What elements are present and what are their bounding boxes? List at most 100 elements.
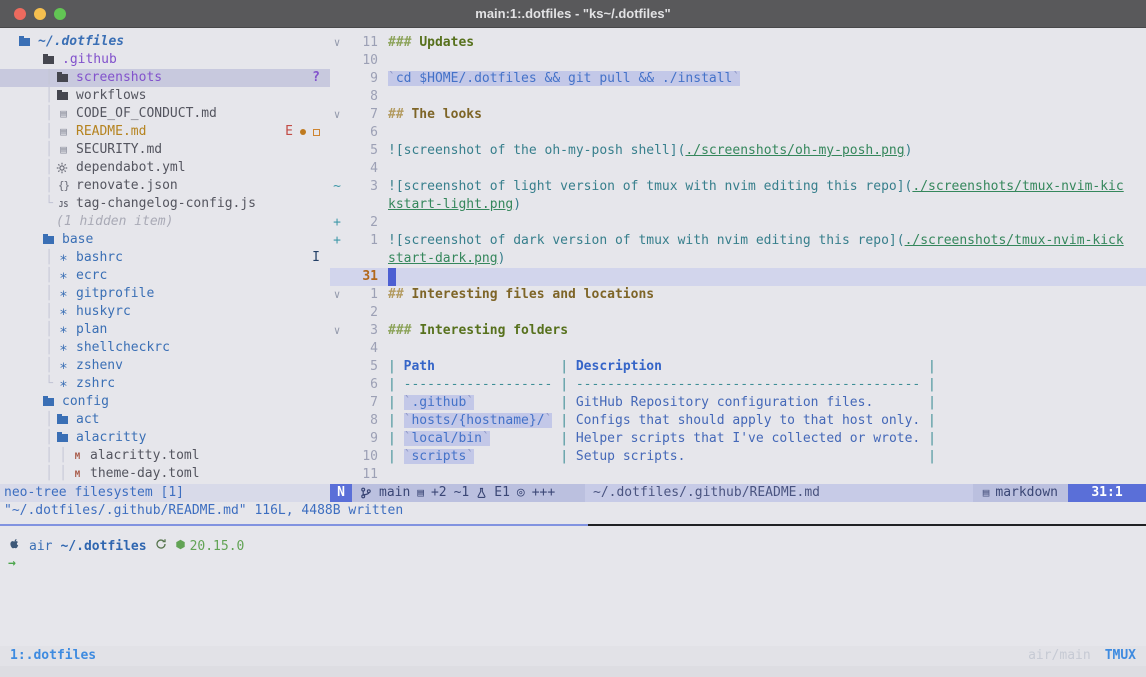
toml-icon: M: [70, 465, 85, 483]
editor-line[interactable]: 4: [330, 340, 1146, 358]
editor-line[interactable]: start-dark.png): [330, 250, 1146, 268]
tree-item[interactable]: │▤README.mdE: [0, 123, 330, 141]
tree-item[interactable]: ~/.dotfiles: [0, 33, 330, 51]
line-number: 2: [344, 214, 378, 232]
tree-item[interactable]: │screenshots?: [0, 69, 330, 87]
editor-line[interactable]: 31: [330, 268, 1146, 286]
editor-line[interactable]: ~3![screenshot of light version of tmux …: [330, 178, 1146, 196]
tree-item[interactable]: .github: [0, 51, 330, 69]
diff-icon: ▤: [417, 484, 424, 502]
editor-line[interactable]: 2: [330, 304, 1146, 322]
git-segment: main ▤ +2 ~1 E1 ◎ +++: [352, 484, 585, 502]
gutter-spacer: [330, 160, 344, 178]
tree-item[interactable]: │▤SECURITY.md: [0, 141, 330, 159]
cursor-block: [388, 268, 396, 286]
node-icon: [175, 539, 186, 554]
tree-item[interactable]: │*gitprofile: [0, 285, 330, 303]
maximize-button[interactable]: [54, 8, 66, 20]
editor-line[interactable]: 10| `scripts` | Setup scripts. |: [330, 448, 1146, 466]
tree-item-label: README.md: [76, 123, 146, 141]
editor-line[interactable]: 8: [330, 88, 1146, 106]
status-row: neo-tree filesystem [1] N main ▤ +2 ~1 E…: [0, 484, 1146, 502]
tree-item-label: screenshots: [76, 69, 162, 87]
editor-line[interactable]: 9`cd $HOME/.dotfiles && git pull && ./in…: [330, 70, 1146, 88]
editor-line[interactable]: 7| `.github` | GitHub Repository configu…: [330, 394, 1146, 412]
tree-item[interactable]: │dependabot.yml: [0, 159, 330, 177]
line-text: | ------------------- | ----------------…: [388, 376, 936, 394]
asterisk-icon: *: [56, 267, 71, 285]
editor-line[interactable]: ∨3### Interesting folders: [330, 322, 1146, 340]
tree-item[interactable]: ││Malacritty.toml: [0, 447, 330, 465]
tree-item[interactable]: └JStag-changelog-config.js: [0, 195, 330, 213]
editor-line[interactable]: +1![screenshot of dark version of tmux w…: [330, 232, 1146, 250]
close-button[interactable]: [14, 8, 26, 20]
command-line-message: "~/.dotfiles/.github/README.md" 116L, 44…: [4, 502, 403, 520]
fold-chevron-icon: ∨: [330, 286, 344, 304]
editor-line[interactable]: 11: [330, 466, 1146, 484]
line-text: kstart-light.png): [388, 196, 521, 214]
statusline-extra: +++: [532, 484, 555, 502]
tree-item[interactable]: │act: [0, 411, 330, 429]
tree-guide: │: [42, 249, 56, 267]
pane-divider-inactive: [588, 524, 1146, 526]
diagnostic-error-badge: E: [285, 123, 293, 141]
tree-item[interactable]: │*bashrcI: [0, 249, 330, 267]
tree-item[interactable]: base: [0, 231, 330, 249]
tree-item-label: zshrc: [76, 375, 115, 393]
tree-item[interactable]: │alacritty: [0, 429, 330, 447]
line-text: ![screenshot of the oh-my-posh shell](./…: [388, 142, 912, 160]
line-number: 2: [344, 304, 378, 322]
editor-line[interactable]: 6: [330, 124, 1146, 142]
tree-item[interactable]: │workflows: [0, 87, 330, 105]
line-number: 11: [344, 466, 378, 484]
tree-guide: │: [42, 105, 56, 123]
editor-line[interactable]: 5| Path | Description |: [330, 358, 1146, 376]
neotree-panel: ~/.dotfiles.github│screenshots?│workflow…: [0, 28, 330, 484]
editor-line[interactable]: +2: [330, 214, 1146, 232]
tree-item[interactable]: │*huskyrc: [0, 303, 330, 321]
tree-item[interactable]: │*ecrc: [0, 267, 330, 285]
folder-icon: [56, 87, 71, 105]
editor-line[interactable]: 5![screenshot of the oh-my-posh shell](.…: [330, 142, 1146, 160]
window-bottom-edge: [0, 666, 1146, 677]
gear-icon: [56, 159, 71, 177]
filetype-label: markdown: [995, 484, 1058, 502]
editor-line[interactable]: 6| ------------------- | ---------------…: [330, 376, 1146, 394]
gutter-spacer: [330, 394, 344, 412]
tree-item[interactable]: config: [0, 393, 330, 411]
editor-line[interactable]: 9| `local/bin` | Helper scripts that I'v…: [330, 430, 1146, 448]
prompt-host: air: [29, 539, 52, 554]
gutter-spacer: [330, 268, 344, 286]
tree-item[interactable]: │*plan: [0, 321, 330, 339]
line-number: 10: [344, 448, 378, 466]
tree-item[interactable]: (1 hidden item): [0, 213, 330, 231]
tree-item[interactable]: │▤CODE_OF_CONDUCT.md: [0, 105, 330, 123]
editor-line[interactable]: ∨7## The looks: [330, 106, 1146, 124]
tmux-window-tab[interactable]: 1:.dotfiles: [10, 646, 96, 666]
editor-line[interactable]: ∨11### Updates: [330, 34, 1146, 52]
editor-line[interactable]: 4: [330, 160, 1146, 178]
tree-item-label: act: [76, 411, 99, 429]
editor-line[interactable]: ∨1## Interesting files and locations: [330, 286, 1146, 304]
tree-guide: └: [42, 375, 56, 393]
prompt-input-line[interactable]: →: [8, 555, 16, 573]
minimize-button[interactable]: [34, 8, 46, 20]
editor-line[interactable]: kstart-light.png): [330, 196, 1146, 214]
tree-guide: │: [42, 267, 56, 285]
line-number: 9: [344, 70, 378, 88]
tree-item-label: (1 hidden item): [56, 213, 173, 231]
tree-item-label: alacritty: [76, 429, 146, 447]
tree-item[interactable]: ││Mtheme-day.toml: [0, 465, 330, 483]
tree-guide: │: [42, 321, 56, 339]
tree-guide: │: [42, 69, 56, 87]
node-version: 20.15.0: [190, 539, 245, 554]
flask-icon: [476, 487, 487, 499]
tmux-pane-divider[interactable]: [0, 524, 1146, 526]
tree-item[interactable]: │*shellcheckrc: [0, 339, 330, 357]
line-text: ## Interesting files and locations: [388, 286, 654, 304]
editor-line[interactable]: 8| `hosts/{hostname}/` | Configs that sh…: [330, 412, 1146, 430]
editor-line[interactable]: 10: [330, 52, 1146, 70]
tree-item[interactable]: └*zshrc: [0, 375, 330, 393]
tree-item[interactable]: │*zshenv: [0, 357, 330, 375]
tree-item[interactable]: │{}renovate.json: [0, 177, 330, 195]
